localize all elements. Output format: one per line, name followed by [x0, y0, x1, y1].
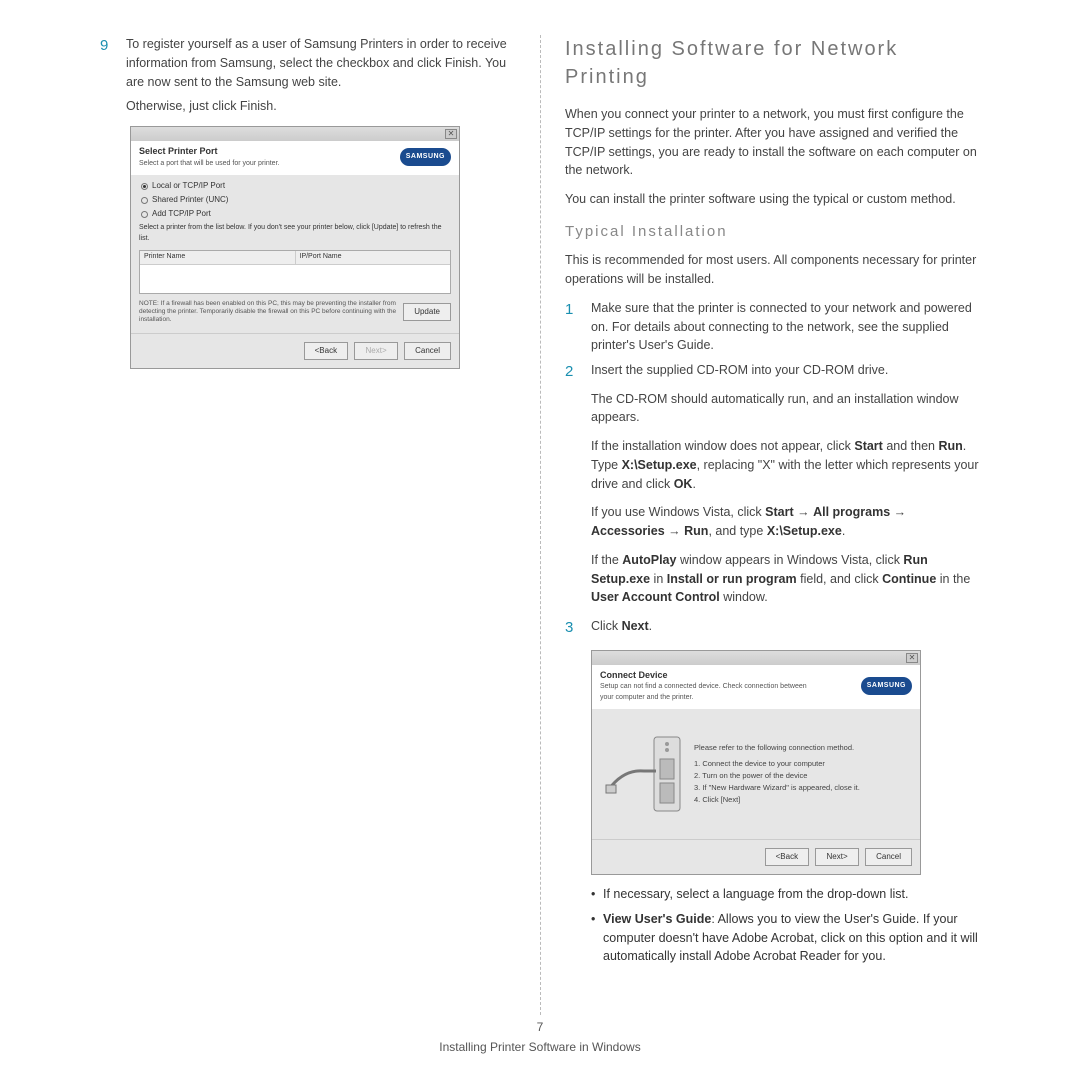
step-number-3: 3	[565, 617, 579, 640]
close-icon[interactable]: ✕	[906, 653, 918, 663]
radio-icon	[141, 183, 148, 190]
samsung-logo: SAMSUNG	[400, 148, 451, 167]
dialog-subtitle: Setup can not find a connected device. C…	[600, 682, 810, 703]
page-footer: 7 Installing Printer Software in Windows	[0, 1018, 1080, 1056]
cancel-button[interactable]: Cancel	[865, 848, 912, 866]
dialog-header: Select Printer Port Select a port that w…	[131, 141, 459, 175]
dialog-titlebar: ✕	[592, 651, 920, 665]
dialog-header: Connect Device Setup can not find a conn…	[592, 665, 920, 710]
step-3-text: Click Next.	[591, 617, 980, 636]
select-printer-port-dialog: ✕ Select Printer Port Select a port that…	[130, 126, 460, 369]
left-column: 9 To register yourself as a user of Sams…	[100, 35, 515, 1015]
intro-paragraph-2: You can install the printer software usi…	[565, 190, 980, 209]
samsung-logo: SAMSUNG	[861, 677, 912, 696]
page-number: 7	[0, 1018, 1080, 1036]
connect-device-dialog: ✕ Connect Device Setup can not find a co…	[591, 650, 921, 876]
step-2-text: Insert the supplied CD-ROM into your CD-…	[591, 361, 980, 380]
column-divider	[540, 35, 541, 1015]
step-2c: If you use Windows Vista, click Start → …	[591, 503, 980, 541]
col-ip-port: IP/Port Name	[296, 251, 451, 264]
step-1-text: Make sure that the printer is connected …	[591, 299, 980, 355]
radio-local-tcpip[interactable]: Local or TCP/IP Port	[139, 179, 451, 193]
bullet-view-guide: View User's Guide: Allows you to view th…	[603, 910, 980, 966]
radio-label: Local or TCP/IP Port	[152, 180, 225, 192]
step-2: 2 Insert the supplied CD-ROM into your C…	[565, 361, 980, 384]
step-1: 1 Make sure that the printer is connecte…	[565, 299, 980, 355]
connection-illustration-icon	[604, 729, 684, 819]
radio-icon	[141, 211, 148, 218]
printer-listbox[interactable]: Printer Name IP/Port Name	[139, 250, 451, 294]
back-button[interactable]: <Back	[304, 342, 348, 360]
cancel-button[interactable]: Cancel	[404, 342, 451, 360]
step-number-9: 9	[100, 35, 114, 58]
col-printer-name: Printer Name	[140, 251, 296, 264]
radio-label: Shared Printer (UNC)	[152, 194, 228, 206]
dialog-title: Select Printer Port	[139, 145, 279, 159]
otherwise-text: Otherwise, just click Finish.	[126, 97, 515, 116]
step-number-2: 2	[565, 361, 579, 384]
bullet-icon: •	[591, 910, 597, 966]
post-dialog-bullets: • If necessary, select a language from t…	[591, 885, 980, 966]
dialog-subtitle: Select a port that will be used for your…	[139, 159, 279, 170]
next-button[interactable]: Next>	[815, 848, 859, 866]
back-button[interactable]: <Back	[765, 848, 809, 866]
radio-icon	[141, 197, 148, 204]
step-9: 9 To register yourself as a user of Sams…	[100, 35, 515, 91]
connection-instructions: Please refer to the following connection…	[694, 742, 860, 806]
section-title: Installing Software for Network Printing	[565, 35, 980, 91]
intro-paragraph-1: When you connect your printer to a netwo…	[565, 105, 980, 180]
bullet-icon: •	[591, 885, 597, 904]
sub-title: Typical Installation	[565, 221, 980, 244]
step-3: 3 Click Next.	[565, 617, 980, 640]
right-column: Installing Software for Network Printing…	[565, 35, 980, 1015]
update-button[interactable]: Update	[403, 303, 451, 321]
bullet-language: If necessary, select a language from the…	[603, 885, 908, 904]
radio-add-tcpip[interactable]: Add TCP/IP Port	[139, 207, 451, 221]
step-2d: If the AutoPlay window appears in Window…	[591, 551, 980, 607]
dialog-titlebar: ✕	[131, 127, 459, 141]
close-icon[interactable]: ✕	[445, 129, 457, 139]
list-note: Select a printer from the list below. If…	[139, 221, 451, 248]
dialog-title: Connect Device	[600, 669, 810, 683]
next-button[interactable]: Next>	[354, 342, 398, 360]
typical-intro: This is recommended for most users. All …	[565, 251, 980, 289]
step-2b: If the installation window does not appe…	[591, 437, 980, 493]
firewall-warning: NOTE: If a firewall has been enabled on …	[139, 300, 397, 323]
step-2a: The CD-ROM should automatically run, and…	[591, 390, 980, 428]
step-9-text: To register yourself as a user of Samsun…	[126, 35, 515, 91]
radio-label: Add TCP/IP Port	[152, 208, 211, 220]
step-number-1: 1	[565, 299, 579, 322]
radio-shared-unc[interactable]: Shared Printer (UNC)	[139, 193, 451, 207]
footer-caption: Installing Printer Software in Windows	[0, 1038, 1080, 1056]
